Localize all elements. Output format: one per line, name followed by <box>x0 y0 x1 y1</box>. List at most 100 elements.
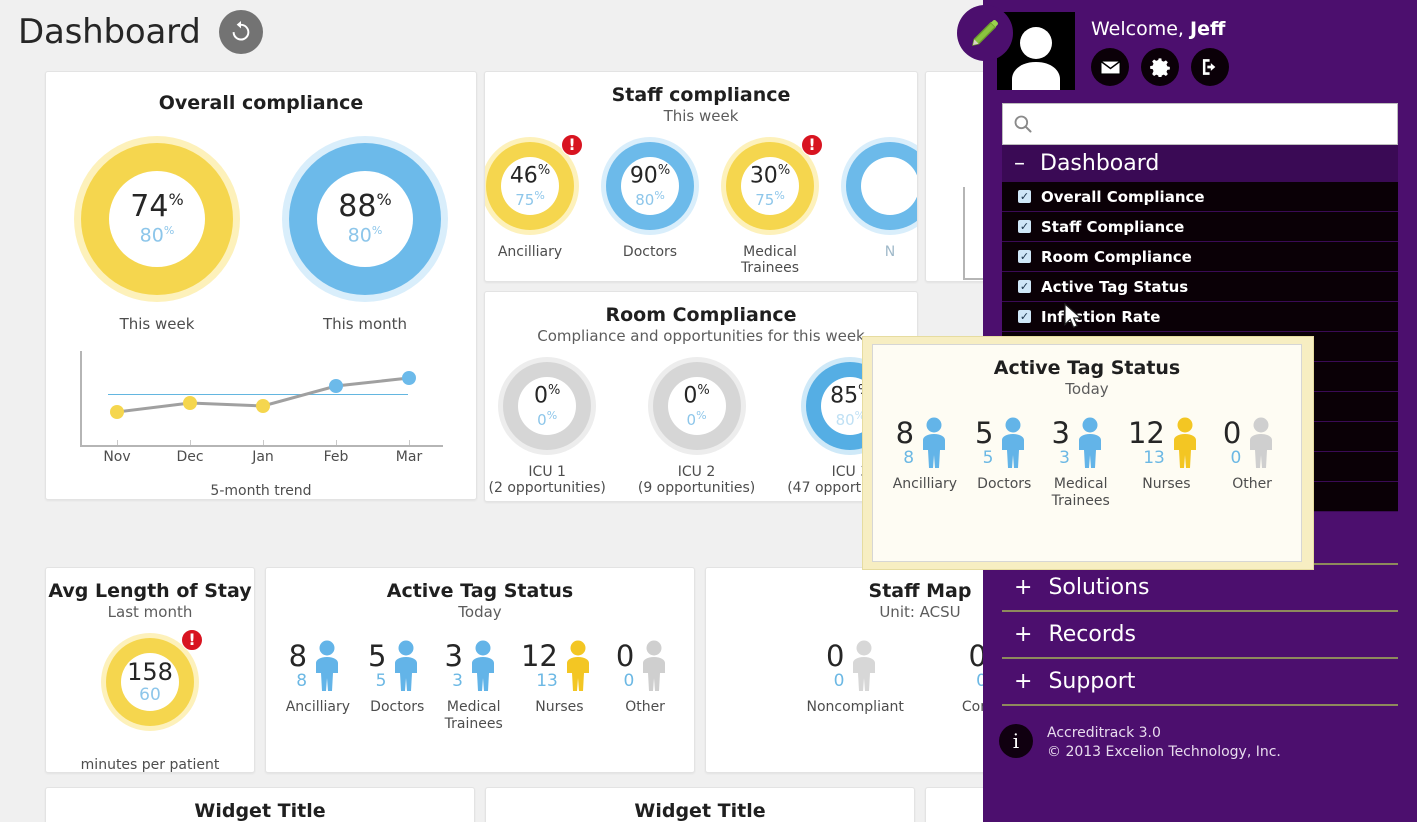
sidebar-user-block: Welcome, Jeff <box>983 0 1417 90</box>
ring-sublabel: (2 opportunities) <box>488 480 606 497</box>
ring-nurses-clipped: N <box>841 137 917 260</box>
widget-staff-compliance[interactable]: Staff compliance This week 46% 75% ! Anc… <box>484 71 918 282</box>
person-goal: 0 <box>623 671 635 691</box>
trend-chart: Nov Dec Jan Feb Mar <box>80 351 445 465</box>
widget-avg-length-of-stay[interactable]: Avg Length of Stay Last month 158 60 ! m… <box>45 567 255 773</box>
alert-badge: ! <box>801 134 823 156</box>
alert-badge: ! <box>561 134 583 156</box>
sidebar-item-staff-compliance[interactable]: ✓ Staff Compliance <box>1002 212 1398 242</box>
ring-value: 74% <box>130 189 184 225</box>
checkbox-icon[interactable]: ✓ <box>1018 190 1031 203</box>
ring-doctors: 90% 80% Doctors <box>601 137 699 260</box>
person-icon <box>316 640 339 691</box>
search-icon <box>1013 114 1033 134</box>
gear-icon[interactable] <box>1141 48 1179 86</box>
logout-icon[interactable] <box>1191 48 1229 86</box>
widget-room-compliance[interactable]: Room Compliance Compliance and opportuni… <box>484 291 918 502</box>
ring-this-week: 74% 80% This week <box>74 136 240 333</box>
expand-toggle-icon: + <box>1014 575 1033 600</box>
widget-title: Widget Title <box>634 800 766 822</box>
sidebar-section-dashboard[interactable]: – Dashboard <box>1002 145 1398 182</box>
sidebar-footer: i Accreditrack 3.0 © 2013 Excelion Techn… <box>983 724 1417 762</box>
person-count: 3 <box>444 639 463 673</box>
widget-placeholder-2[interactable]: Widget Title <box>485 787 915 822</box>
widget-active-tag-status[interactable]: Active Tag Status Today 8 8 Ancilliary 5… <box>265 567 695 773</box>
sidebar-item-label: Active Tag Status <box>1041 277 1189 296</box>
sidebar-section-records[interactable]: + Records <box>1002 612 1398 659</box>
ring-icu-2: 0% 0% ICU 2 (9 opportunities) <box>638 357 755 496</box>
person-icon <box>1078 417 1101 468</box>
ring-group: 158 60 ! <box>46 629 254 731</box>
person-label: Doctors <box>370 699 425 715</box>
sidebar-item-infection-rate[interactable]: ✓ Infection Rate <box>1002 302 1398 332</box>
sidebar-item-room-compliance[interactable]: ✓ Room Compliance <box>1002 242 1398 272</box>
ring-group: 74% 80% This week 88% 80% This month <box>46 136 476 333</box>
ring-goal: 75% <box>515 189 545 210</box>
person-label: Medical <box>1053 476 1108 492</box>
page-header: Dashboard <box>18 10 263 54</box>
sidebar-section-support[interactable]: + Support <box>1002 659 1398 706</box>
ring-goal: 80% <box>635 189 665 210</box>
person-count: 12 <box>520 639 558 673</box>
ring-label: ICU 1 <box>528 464 566 480</box>
person-icon <box>1250 417 1273 468</box>
person-icon <box>643 640 666 691</box>
person-icon <box>471 640 494 691</box>
mail-icon[interactable] <box>1091 48 1129 86</box>
person-count: 0 <box>1222 416 1242 450</box>
sidebar-section-solutions[interactable]: + Solutions <box>1002 565 1398 612</box>
checkbox-icon[interactable]: ✓ <box>1018 310 1031 323</box>
checkbox-icon[interactable]: ✓ <box>1018 280 1031 293</box>
search-box[interactable] <box>1002 103 1398 145</box>
sidebar-item-label: Staff Compliance <box>1041 217 1185 236</box>
widget-placeholder-1[interactable]: Widget Title <box>45 787 475 822</box>
trend-x-label: Feb <box>323 449 349 466</box>
person-other: 0 0 Other <box>616 639 674 716</box>
page-title: Dashboard <box>18 12 201 52</box>
ring-value: 0% <box>533 382 561 409</box>
widget-subtitle: Today <box>458 603 502 621</box>
person-count: 3 <box>1051 416 1070 450</box>
ring-alos: 158 60 ! <box>101 629 203 731</box>
person-goal: 0 <box>833 671 845 691</box>
ring-label: This month <box>322 315 408 333</box>
widget-subtitle: This week <box>663 107 739 125</box>
sidebar-action-icons <box>1091 48 1229 86</box>
pencil-icon <box>972 20 998 46</box>
checkbox-icon[interactable]: ✓ <box>1018 220 1031 233</box>
person-label-2: Trainees <box>1051 492 1110 509</box>
widget-title: Widget Title <box>194 800 326 822</box>
sidebar-item-active-tag-status[interactable]: ✓ Active Tag Status <box>1002 272 1398 302</box>
person-ancilliary: 8 8 Ancilliary <box>286 639 350 716</box>
person-goal: 13 <box>1143 448 1165 468</box>
person-label: Doctors <box>977 476 1032 492</box>
ring-label: Ancilliary <box>497 244 563 260</box>
person-goal: 13 <box>536 671 558 691</box>
refresh-icon[interactable] <box>218 10 263 54</box>
person-count: 5 <box>368 639 387 673</box>
collapse-toggle-icon: – <box>1014 151 1025 176</box>
person-goal: 3 <box>452 671 463 691</box>
dragged-widget-active-tag-status[interactable]: Active Tag Status Today 8 8 Ancilliary 5… <box>872 344 1302 562</box>
widget-overall-compliance[interactable]: Overall compliance 74% 80% This week 88%… <box>45 71 477 500</box>
checkbox-icon[interactable]: ✓ <box>1018 250 1031 263</box>
ring-goal: 80% <box>347 224 383 247</box>
people-group: 8 8 Ancilliary 5 5 Doctors 3 3 Medical T… <box>873 416 1301 510</box>
ring-sublabel: (9 opportunities) <box>637 480 756 497</box>
trend-x-label: Jan <box>252 449 274 466</box>
section-label: Solutions <box>1048 575 1150 600</box>
search-input[interactable] <box>1041 104 1387 144</box>
trend-x-label: Dec <box>176 449 204 466</box>
info-icon[interactable]: i <box>999 724 1033 758</box>
person-goal: 5 <box>982 448 994 468</box>
person-nurses: 12 13 Nurses <box>521 639 598 716</box>
person-count: 5 <box>975 416 994 450</box>
person-label: Ancilliary <box>892 476 958 492</box>
person-doctors: 5 5 Doctors <box>368 639 426 716</box>
edit-dashboard-button[interactable] <box>957 5 1013 61</box>
person-medical-trainees: 3 3 Medical Trainees <box>444 639 503 733</box>
sidebar-item-overall-compliance[interactable]: ✓ Overall Compliance <box>1002 182 1398 212</box>
ring-label: Doctors <box>622 244 678 260</box>
ring-label: ICU 2 <box>677 464 716 480</box>
section-label: Dashboard <box>1040 151 1160 176</box>
